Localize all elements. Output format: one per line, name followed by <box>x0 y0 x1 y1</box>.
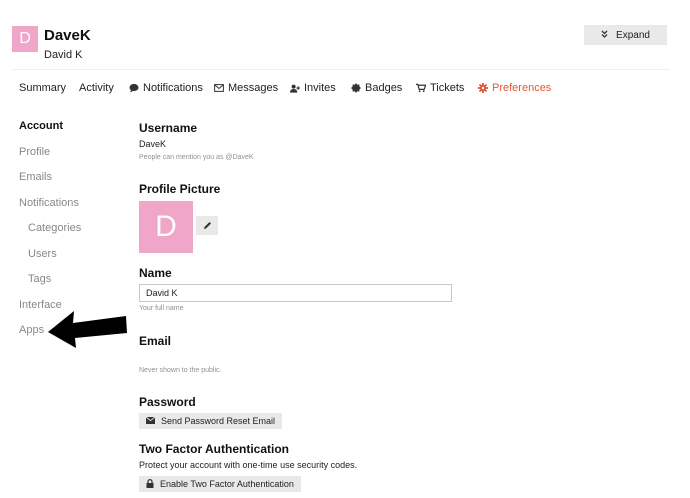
password-heading: Password <box>139 395 196 409</box>
expand-button-label: Expand <box>616 29 650 41</box>
envelope-icon <box>145 416 156 426</box>
profile-picture: D <box>139 201 193 253</box>
double-chevron-down-icon <box>601 30 608 41</box>
tab-summary-label: Summary <box>19 82 67 94</box>
sidebar-item-account[interactable]: Account <box>19 120 63 132</box>
send-password-reset-button[interactable]: Send Password Reset Email <box>139 413 283 429</box>
tab-messages-label: Messages <box>228 82 279 94</box>
username-hint: People can mention you as @DaveK <box>139 154 254 161</box>
tab-tickets-label: Tickets <box>430 82 465 94</box>
comment-icon <box>129 83 139 93</box>
tab-notifications-label: Notifications <box>143 82 203 94</box>
sidebar-item-apps[interactable]: Apps <box>19 324 44 336</box>
tab-messages[interactable]: Messages <box>214 82 278 94</box>
enable-tfa-button[interactable]: Enable Two Factor Authentication <box>139 476 301 492</box>
enable-tfa-label: Enable Two Factor Authentication <box>160 479 294 489</box>
name-heading: Name <box>139 266 172 280</box>
envelope-icon <box>214 83 224 93</box>
tab-summary[interactable]: Summary <box>19 82 66 94</box>
username-value: DaveK <box>139 139 167 149</box>
user-header: D DaveK David K Expand <box>0 14 690 72</box>
tab-activity-label: Activity <box>79 82 114 94</box>
username-title: DaveK <box>44 27 91 44</box>
cart-icon <box>416 83 426 93</box>
certificate-icon <box>351 83 361 93</box>
tab-invites-label: Invites <box>304 82 336 94</box>
annotation-arrow-icon <box>46 309 128 354</box>
tab-tickets[interactable]: Tickets <box>416 82 464 94</box>
sidebar-item-tags[interactable]: Tags <box>28 273 51 285</box>
name-input[interactable] <box>139 284 452 302</box>
sidebar-item-notifications[interactable]: Notifications <box>19 197 79 209</box>
tab-invites[interactable]: Invites <box>290 82 336 94</box>
lock-icon <box>146 478 154 490</box>
tab-badges-label: Badges <box>365 82 403 94</box>
header-divider <box>12 69 670 70</box>
sidebar-item-profile[interactable]: Profile <box>19 146 50 158</box>
expand-button[interactable]: Expand <box>584 25 667 45</box>
tfa-heading: Two Factor Authentication <box>139 442 289 456</box>
email-hint: Never shown to the public. <box>139 367 222 374</box>
gear-icon <box>478 83 488 93</box>
tab-activity[interactable]: Activity <box>79 82 114 94</box>
user-avatar-small[interactable]: D <box>12 26 38 52</box>
sidebar-item-users[interactable]: Users <box>28 248 57 260</box>
tfa-description: Protect your account with one-time use s… <box>139 460 358 470</box>
send-password-reset-label: Send Password Reset Email <box>161 416 276 426</box>
user-plus-icon <box>290 83 300 93</box>
sidebar-item-emails[interactable]: Emails <box>19 171 52 183</box>
username-heading: Username <box>139 121 198 135</box>
tab-preferences[interactable]: Preferences <box>478 82 551 94</box>
tab-preferences-label: Preferences <box>492 82 552 94</box>
tab-notifications[interactable]: Notifications <box>129 82 203 94</box>
email-heading: Email <box>139 334 172 348</box>
profile-picture-heading: Profile Picture <box>139 182 221 196</box>
pencil-icon <box>203 218 212 233</box>
name-hint: Your full name <box>139 305 184 312</box>
edit-profile-picture-button[interactable] <box>196 216 218 235</box>
sidebar-item-categories[interactable]: Categories <box>28 222 81 234</box>
tab-badges[interactable]: Badges <box>351 82 402 94</box>
user-full-name: David K <box>44 49 83 61</box>
